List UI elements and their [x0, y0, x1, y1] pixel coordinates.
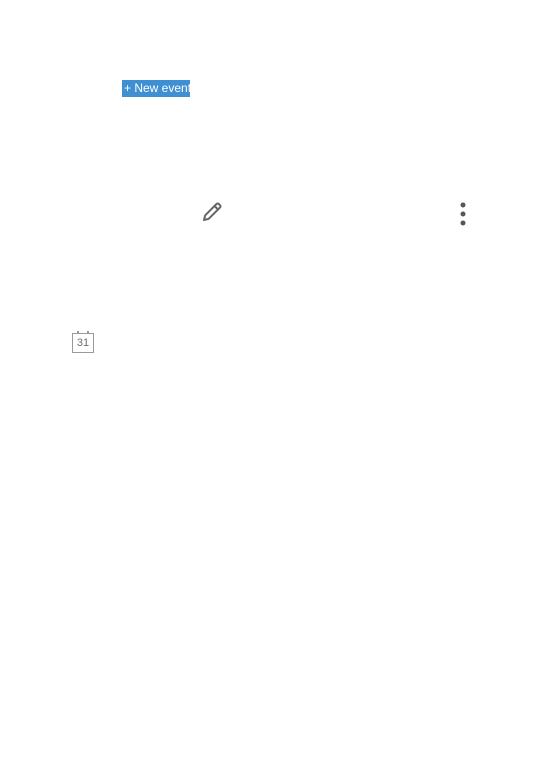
calendar-day-number: 31 — [76, 337, 90, 349]
pencil-icon[interactable] — [200, 200, 224, 224]
new-event-button[interactable]: + New event — [122, 80, 190, 97]
more-vert-icon[interactable] — [451, 200, 475, 228]
calendar-icon: 31 — [72, 331, 96, 355]
